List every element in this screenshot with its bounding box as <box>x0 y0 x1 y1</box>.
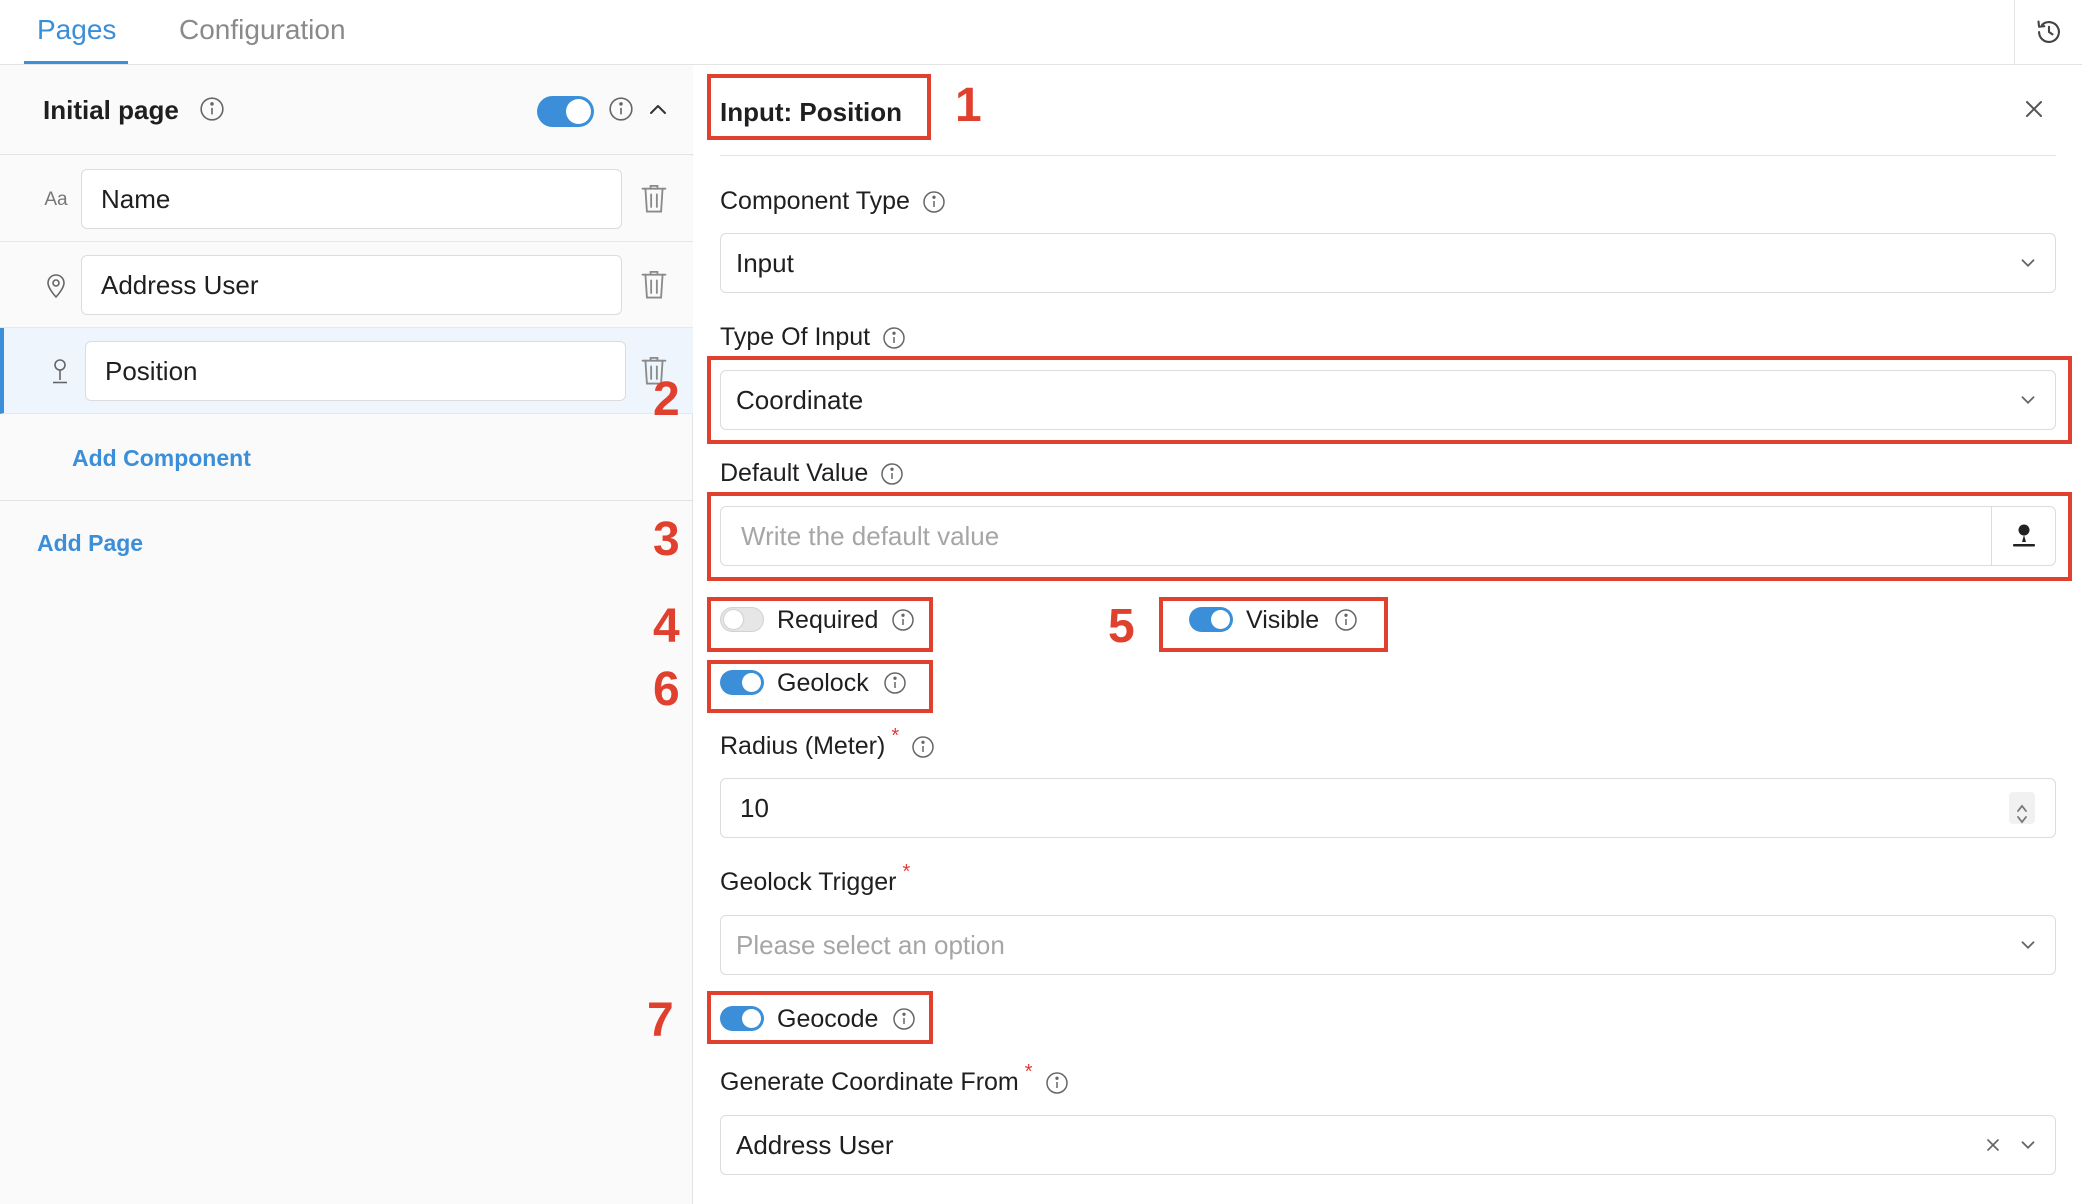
annotation-box-5 <box>1159 597 1388 652</box>
annotation-box-7 <box>707 991 933 1044</box>
number-stepper[interactable] <box>2009 792 2035 824</box>
annotation-number-7: 7 <box>647 994 674 1047</box>
component-name-input[interactable]: Name <box>81 169 622 229</box>
history-icon <box>2036 20 2060 43</box>
component-row-selected[interactable]: Position <box>0 328 693 414</box>
info-icon[interactable] <box>608 96 634 122</box>
component-row[interactable]: Aa Name <box>0 156 693 242</box>
info-icon[interactable] <box>1045 1071 1069 1095</box>
chevron-down-icon <box>2021 259 2035 268</box>
component-name-input[interactable]: Address User <box>81 255 622 315</box>
location-pin-icon <box>40 270 72 302</box>
annotation-box-2 <box>707 356 2072 444</box>
page-title: Initial page <box>43 95 179 125</box>
required-asterisk: * <box>902 861 911 883</box>
annotation-number-4: 4 <box>653 600 680 653</box>
annotation-number-1: 1 <box>955 79 982 132</box>
info-icon[interactable] <box>911 735 935 759</box>
tab-pages[interactable]: Pages <box>37 14 116 46</box>
annotation-number-2: 2 <box>653 373 680 426</box>
top-tab-bar: Pages Configuration <box>0 0 2082 65</box>
annotation-number-5: 5 <box>1108 600 1135 653</box>
divider <box>0 500 693 501</box>
position-pin-icon <box>44 356 76 388</box>
required-asterisk: * <box>891 725 900 747</box>
info-icon[interactable] <box>199 96 225 122</box>
pages-panel: Initial page Aa Name Address User Positi… <box>0 65 693 1204</box>
close-icon[interactable] <box>2022 97 2046 121</box>
generate-coordinate-select[interactable]: Address User <box>720 1115 2056 1175</box>
geolock-trigger-label: Geolock Trigger * <box>720 861 911 896</box>
component-type-label: Component Type <box>720 187 946 216</box>
info-icon[interactable] <box>922 190 946 214</box>
stepper-arrows-icon <box>2017 804 2027 824</box>
annotation-box-4 <box>707 597 933 652</box>
history-button[interactable] <box>2014 0 2082 64</box>
text-icon: Aa <box>44 189 68 210</box>
component-name-input[interactable]: Position <box>85 341 626 401</box>
chevron-down-icon <box>2021 941 2035 950</box>
geolock-trigger-select[interactable]: Please select an option <box>720 915 2056 975</box>
add-page-link[interactable]: Add Page <box>37 530 143 557</box>
radius-number-input[interactable]: 10 <box>720 778 2056 838</box>
info-icon[interactable] <box>882 326 906 350</box>
radius-label: Radius (Meter) * <box>720 725 935 761</box>
active-tab-indicator <box>24 61 128 64</box>
chevron-down-icon <box>2021 1141 2035 1150</box>
annotation-box-3 <box>707 492 2072 581</box>
annotation-box-1 <box>707 74 931 140</box>
clear-icon[interactable] <box>1983 1135 2003 1155</box>
page-header[interactable]: Initial page <box>0 65 693 155</box>
annotation-number-3: 3 <box>653 513 680 566</box>
chevron-up-icon[interactable] <box>646 98 670 122</box>
required-asterisk: * <box>1024 1061 1033 1083</box>
add-component-link[interactable]: Add Component <box>72 445 251 472</box>
trash-icon[interactable] <box>640 269 668 301</box>
info-icon[interactable] <box>880 462 904 486</box>
component-row[interactable]: Address User <box>0 242 693 328</box>
component-type-select[interactable]: Input <box>720 233 2056 293</box>
annotation-box-6 <box>707 660 933 713</box>
annotation-number-6: 6 <box>653 663 680 716</box>
tab-configuration[interactable]: Configuration <box>179 14 346 46</box>
trash-icon[interactable] <box>640 183 668 215</box>
default-value-label: Default Value <box>720 459 904 488</box>
page-enabled-toggle[interactable] <box>537 96 594 127</box>
generate-coordinate-label: Generate Coordinate From * <box>720 1061 1069 1097</box>
type-of-input-label: Type Of Input <box>720 323 906 352</box>
divider <box>720 155 2056 156</box>
